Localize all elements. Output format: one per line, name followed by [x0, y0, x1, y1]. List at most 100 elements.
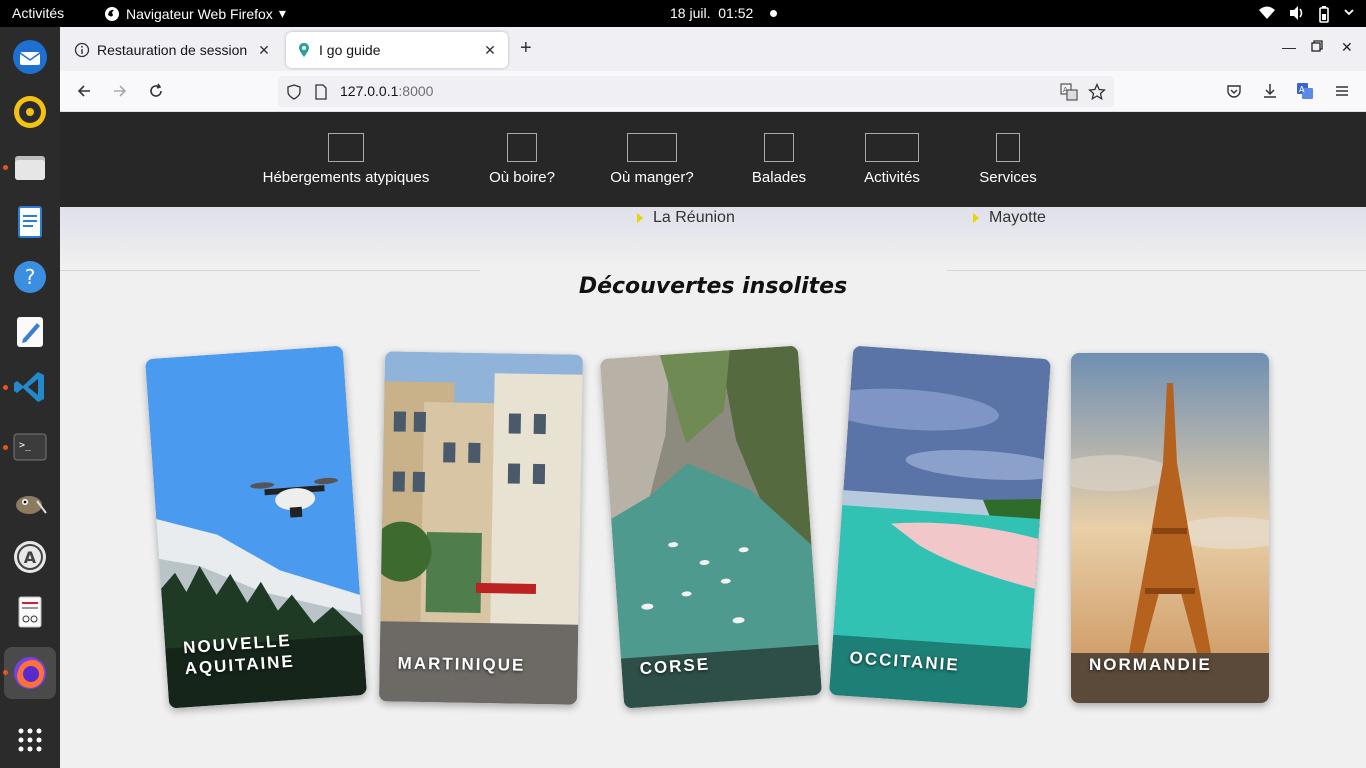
nav-activites[interactable]: Activités [856, 112, 928, 207]
minimize-window-icon[interactable]: — [1282, 39, 1296, 55]
software-center-icon[interactable]: A [11, 538, 49, 576]
divider [947, 270, 1366, 271]
url-host: 127.0.0.1 [340, 83, 399, 99]
nav-icon-placeholder [328, 133, 364, 162]
page-content: La Réunion Mayotte Découvertes insolites… [60, 207, 1366, 768]
tab-title: Restauration de session [97, 42, 248, 58]
volume-icon [1290, 6, 1303, 20]
vscode-icon[interactable] [11, 368, 49, 406]
firefox-small-icon [105, 6, 119, 21]
svg-text:>_: >_ [19, 440, 32, 451]
triangle-bullet-icon [637, 213, 643, 223]
url-bar[interactable]: 127.0.0.1:8000 A [278, 76, 1114, 107]
close-tab-icon[interactable]: ✕ [482, 42, 498, 59]
system-tray[interactable] [1258, 5, 1356, 23]
nav-label: Services [979, 169, 1037, 186]
nav-icon-placeholder [764, 133, 794, 162]
document-viewer-icon[interactable] [11, 593, 49, 631]
nav-icon-placeholder [627, 133, 677, 162]
region-label: Mayotte [989, 209, 1046, 226]
files-icon[interactable] [11, 148, 49, 186]
date: 18 juil. [670, 5, 711, 21]
nav-label: Hébergements atypiques [262, 169, 430, 186]
running-indicator [3, 385, 8, 390]
destination-card-occitanie[interactable]: OCCITANIE [829, 345, 1051, 709]
time: 01:52 [718, 5, 754, 21]
app-menu[interactable]: Navigateur Web Firefox ▾ [104, 5, 286, 22]
nav-balades[interactable]: Balades [744, 112, 814, 207]
reload-icon[interactable] [146, 81, 166, 101]
card-label: NORMANDIE [1089, 654, 1212, 675]
destination-card-corse[interactable]: CORSE [600, 345, 822, 709]
tab-restauration-session[interactable]: Restauration de session ✕ [64, 32, 282, 68]
svg-text:A: A [24, 548, 37, 567]
dock: ? >_ A [0, 27, 60, 768]
rhythmbox-icon[interactable] [11, 93, 49, 131]
nav-icon-placeholder [865, 133, 919, 162]
nav-ou-boire[interactable]: Où boire? [482, 112, 562, 207]
browser-tab-bar: Restauration de session ✕ I go guide ✕ +… [60, 27, 1366, 71]
tab-i-go-guide[interactable]: I go guide ✕ [286, 32, 508, 68]
destination-card-normandie[interactable]: NORMANDIE [1071, 353, 1269, 703]
power-menu-chevron-icon [1344, 9, 1354, 16]
running-indicator [3, 165, 8, 170]
restore-window-icon[interactable] [1311, 39, 1323, 55]
browser-navigation-bar: 127.0.0.1:8000 A A [60, 71, 1366, 112]
close-window-icon[interactable]: ✕ [1341, 39, 1353, 56]
destination-card-martinique[interactable]: MARTINIQUE [378, 351, 584, 705]
forward-arrow-icon[interactable] [110, 81, 130, 101]
nav-ou-manger[interactable]: Où manger? [606, 112, 698, 207]
chevron-down-icon: ▾ [278, 5, 286, 21]
nav-label: Où boire? [489, 169, 555, 186]
info-icon [74, 42, 90, 58]
card-label: NOUVELLE AQUITAINE [183, 630, 296, 680]
tracking-shield-icon[interactable] [286, 84, 302, 100]
downloads-icon[interactable] [1262, 83, 1278, 99]
firefox-icon[interactable] [11, 654, 49, 692]
bookmark-star-icon[interactable] [1088, 83, 1106, 101]
wifi-icon [1259, 6, 1275, 19]
translate-extension-icon[interactable]: A [1296, 82, 1314, 100]
card-label: MARTINIQUE [397, 653, 525, 676]
running-indicator [3, 445, 8, 450]
back-arrow-icon[interactable] [74, 81, 94, 101]
region-link-mayotte[interactable]: Mayotte [973, 209, 1046, 227]
libreoffice-writer-icon[interactable] [11, 203, 49, 241]
activities-button[interactable]: Activités [12, 5, 64, 21]
help-icon[interactable]: ? [11, 258, 49, 296]
region-list-band: La Réunion Mayotte [60, 207, 1366, 267]
url-text: 127.0.0.1:8000 [340, 83, 433, 99]
page-info-icon[interactable] [314, 84, 328, 100]
thunderbird-icon[interactable] [11, 38, 49, 76]
close-tab-icon[interactable]: ✕ [256, 42, 272, 59]
terminal-icon[interactable]: >_ [11, 428, 49, 466]
svg-text:A: A [1063, 86, 1068, 94]
nav-services[interactable]: Services [972, 112, 1044, 207]
system-top-bar: Activités Navigateur Web Firefox ▾ 18 ju… [0, 0, 1366, 27]
destination-card-nouvelle-aquitaine[interactable]: NOUVELLE AQUITAINE [145, 345, 367, 709]
clock[interactable]: 18 juil. 01:52 [670, 5, 753, 21]
card-label-line1: NORMANDIE [1089, 655, 1212, 674]
card-label-line1: CORSE [639, 654, 711, 679]
svg-text:A: A [1299, 85, 1305, 94]
show-apps-grid-icon[interactable] [11, 721, 49, 759]
svg-text:?: ? [25, 265, 36, 289]
region-link-la-reunion[interactable]: La Réunion [637, 209, 735, 227]
street-town-image [378, 351, 584, 705]
text-editor-icon[interactable] [11, 313, 49, 351]
map-pin-favicon-icon [299, 43, 309, 57]
translate-icon[interactable]: A [1060, 83, 1078, 101]
app-menu-label: Navigateur Web Firefox [126, 5, 273, 22]
battery-icon [1319, 6, 1329, 23]
nav-icon-placeholder [996, 133, 1020, 162]
url-port: :8000 [398, 83, 434, 99]
gimp-icon[interactable] [11, 483, 49, 521]
nav-icon-placeholder [507, 133, 537, 162]
nav-hebergements-atypiques[interactable]: Hébergements atypiques [260, 112, 432, 207]
pocket-icon[interactable] [1226, 83, 1242, 99]
region-label: La Réunion [653, 209, 735, 226]
hamburger-menu-icon[interactable] [1334, 83, 1350, 99]
new-tab-plus-icon[interactable]: + [520, 37, 532, 60]
eiffel-tower-image [1071, 353, 1269, 703]
notification-dot-icon [770, 10, 777, 17]
